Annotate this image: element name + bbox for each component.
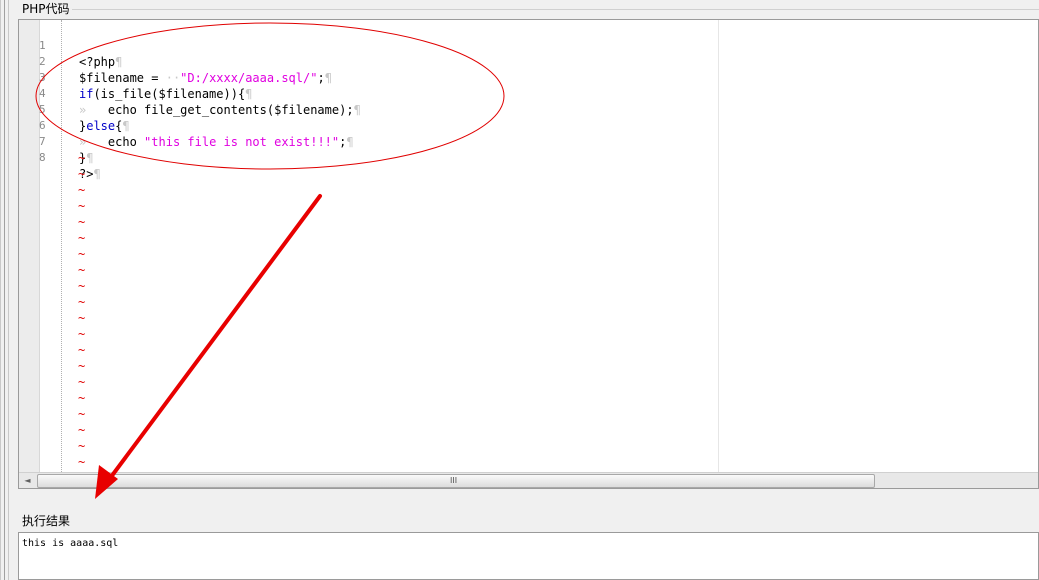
window-left-border [0, 0, 1, 580]
scrollbar-grip-icon: III [450, 476, 458, 485]
empty-line-tilde: ~ [78, 391, 86, 405]
code-line[interactable]: 6 » echo "this file is not exist!!!";¶ [19, 102, 354, 149]
code-line[interactable]: 5 }else{¶ [19, 86, 130, 133]
empty-line-tilde: ~ [78, 311, 86, 325]
empty-line-tilde: ~ [78, 263, 86, 277]
php-code-label: PHP代码 [22, 2, 70, 16]
empty-line-tilde: ~ [78, 167, 86, 181]
empty-line-tilde: ~ [78, 439, 86, 453]
empty-line-tilde: ~ [78, 423, 86, 437]
empty-line-tilde: ~ [78, 215, 86, 229]
empty-line-tilde: ~ [78, 343, 86, 357]
code-editor[interactable]: 1 <?php¶ 2 $filename = ··"D:/xxxx/aaaa.s… [18, 19, 1039, 489]
empty-line-tilde: ~ [78, 231, 86, 245]
empty-line-tilde: ~ [78, 375, 86, 389]
line-number: 8 [39, 151, 46, 164]
empty-line-tilde: ~ [78, 199, 86, 213]
code-text: » echo file_get_contents($filename);¶ [79, 103, 361, 117]
scroll-left-arrow-icon[interactable]: ◄ [19, 473, 36, 488]
empty-line-tilde: ~ [78, 359, 86, 373]
empty-line-tilde: ~ [78, 247, 86, 261]
code-line[interactable]: 1 <?php¶ [19, 22, 122, 69]
right-margin-guide [718, 20, 719, 472]
code-line[interactable]: 8 ?>¶ [19, 134, 101, 181]
empty-line-tilde: ~ [78, 407, 86, 421]
code-text: » echo "this file is not exist!!!";¶ [79, 135, 354, 149]
output-text: this is aaaa.sql [22, 538, 119, 549]
empty-line-tilde: ~ [78, 279, 86, 293]
code-line[interactable]: 4 » echo file_get_contents($filename);¶ [19, 70, 361, 117]
execution-result-label: 执行结果 [22, 514, 71, 528]
code-text: if(is_file($filename)){¶ [79, 87, 253, 101]
section-divider [72, 9, 1039, 10]
code-text: $filename = ··"D:/xxxx/aaaa.sql/";¶ [79, 71, 332, 85]
output-panel[interactable]: this is aaaa.sql [18, 532, 1039, 580]
fold-guide [61, 20, 62, 472]
empty-line-tilde: ~ [78, 327, 86, 341]
code-line[interactable]: 7 }¶ [19, 118, 93, 165]
empty-line-tilde: ~ [78, 151, 86, 165]
empty-line-tilde: ~ [78, 295, 86, 309]
code-line[interactable]: 2 $filename = ··"D:/xxxx/aaaa.sql/";¶ [19, 38, 332, 85]
scrollbar-thumb[interactable]: III [37, 474, 875, 488]
code-text: }else{¶ [79, 119, 130, 133]
code-text: <?php¶ [79, 55, 123, 69]
empty-line-tilde: ~ [78, 183, 86, 197]
horizontal-scrollbar[interactable]: ◄ III [19, 472, 1038, 488]
window-left-border [4, 0, 5, 580]
window-left-border [8, 0, 9, 580]
code-line[interactable]: 3 if(is_file($filename)){¶ [19, 54, 252, 101]
empty-line-tilde: ~ [78, 455, 86, 469]
